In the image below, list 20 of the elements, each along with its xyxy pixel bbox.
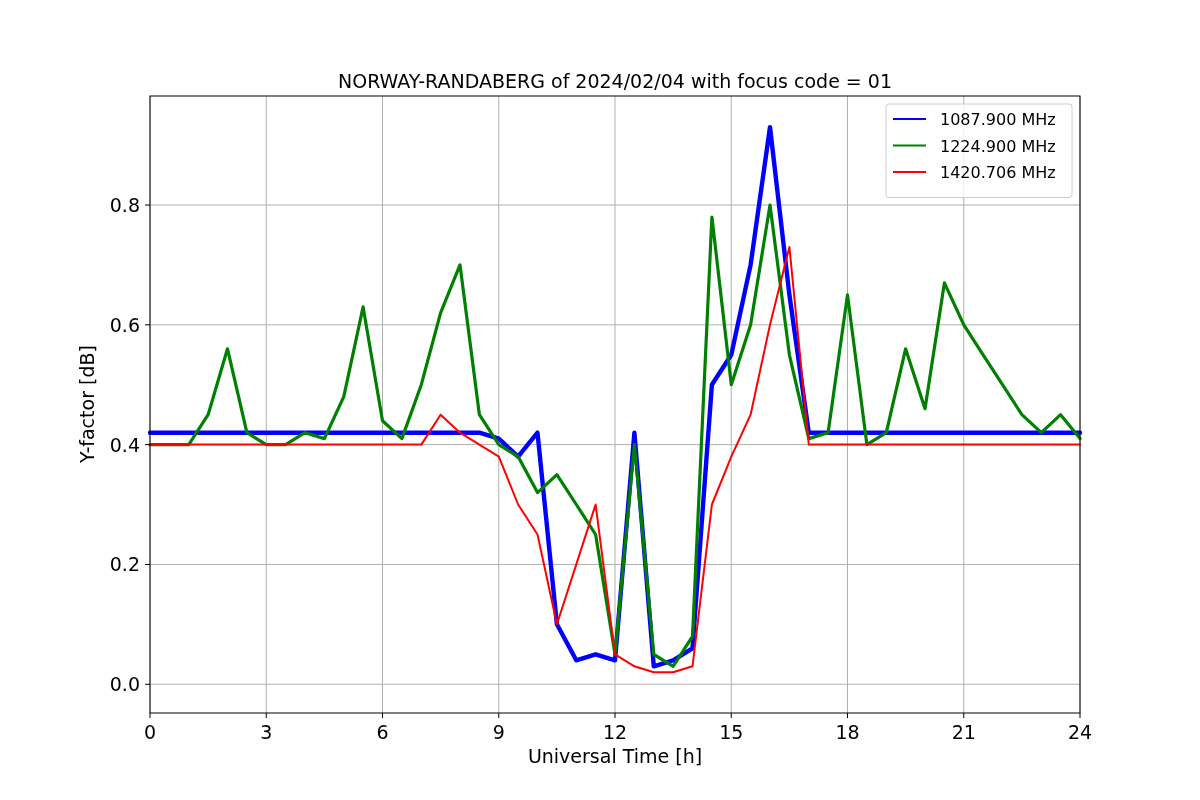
x-axis-label: Universal Time [h] [527,745,703,767]
x-tick-label: 6 [376,721,389,743]
x-tick-label: 15 [719,721,744,743]
y-tick-label: 0.0 [109,673,140,696]
y-tick-label: 0.4 [109,433,140,456]
x-tick-label: 9 [492,721,505,743]
x-tick-label: 24 [1067,721,1093,743]
legend-label: 1087.900 MHz [940,110,1056,129]
x-tick-label: 3 [260,721,273,743]
y-tick-label: 0.8 [109,194,140,216]
chart-title: NORWAY-RANDABERG of 2024/02/04 with focus code = 01 [338,70,892,92]
x-tick-label: 0 [143,721,157,743]
legend-label: 1224.900 MHz [940,136,1056,156]
y-tick-label: 0.2 [109,553,140,576]
y-tick-label: 0.6 [109,313,140,336]
legend-label: 1420.706 MHz [940,163,1056,182]
x-tick-label: 12 [602,721,628,743]
y-axis-label: Y-factor [dB] [76,345,98,463]
x-tick-label: 18 [835,721,860,743]
x-tick-label: 21 [951,721,976,743]
